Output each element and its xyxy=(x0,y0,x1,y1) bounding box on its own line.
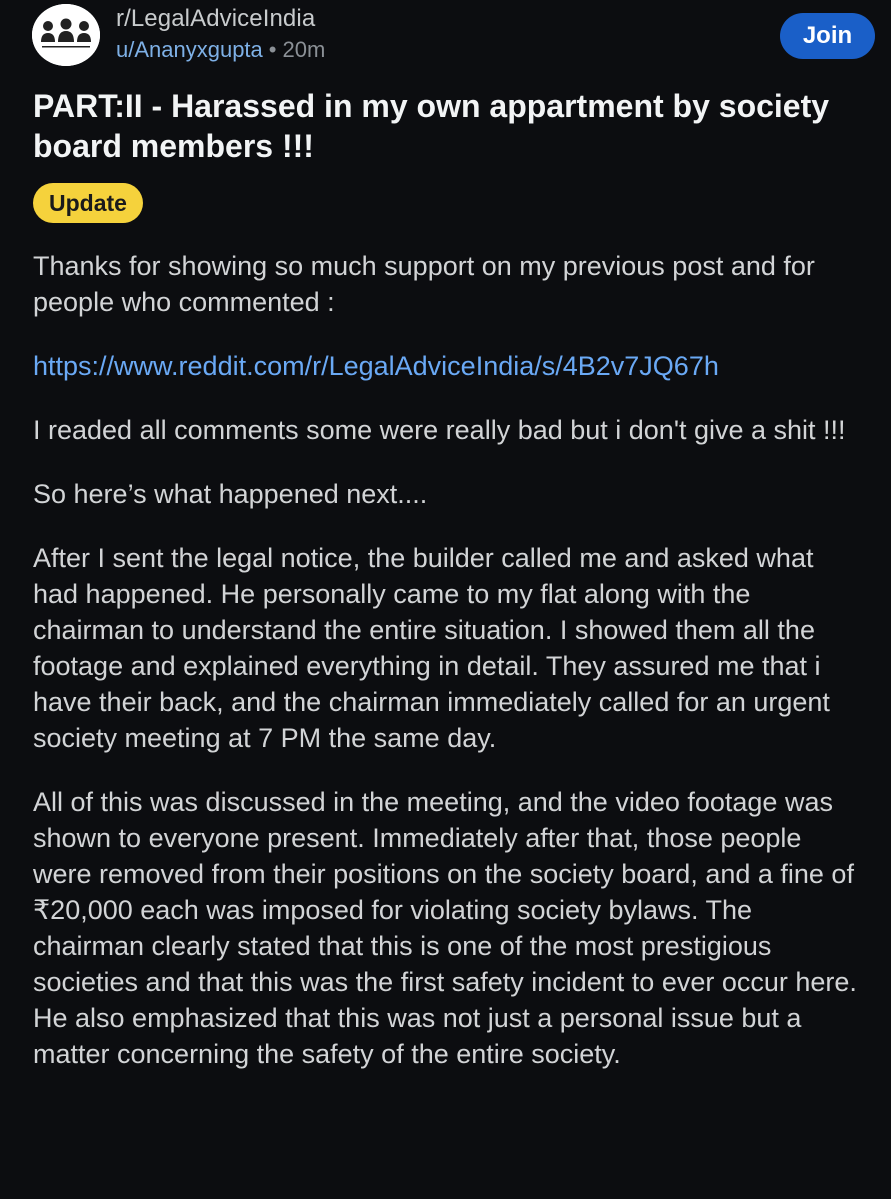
paragraph: I readed all comments some were really b… xyxy=(33,415,846,445)
paragraph-link: https://www.reddit.com/r/LegalAdviceIndi… xyxy=(33,348,865,384)
author-username[interactable]: u/Ananyxgupta xyxy=(116,37,263,62)
post-header: r/LegalAdviceIndia u/Ananyxgupta • 20m Joi… xyxy=(0,0,891,80)
post-meta: u/Ananyxgupta • 20m xyxy=(116,37,325,63)
legal-advice-logo-icon xyxy=(32,4,100,66)
paragraph: After I sent the legal notice, the build… xyxy=(33,543,830,753)
join-button[interactable]: Join xyxy=(780,13,875,59)
paragraph: So here’s what happened next.... xyxy=(33,479,428,509)
paragraph: Thanks for showing so much support on my… xyxy=(33,251,815,317)
post-time: 20m xyxy=(282,37,326,62)
meta-separator: • xyxy=(268,37,277,62)
subreddit-avatar[interactable] xyxy=(32,4,100,66)
previous-post-link[interactable]: https://www.reddit.com/r/LegalAdviceIndi… xyxy=(33,351,719,381)
subreddit-name[interactable]: r/LegalAdviceIndia xyxy=(116,5,315,33)
post-page: r/LegalAdviceIndia u/Ananyxgupta • 20m Joi… xyxy=(0,0,891,1199)
post-flair[interactable]: Update xyxy=(33,183,143,223)
post-body: Thanks for showing so much support on my… xyxy=(33,248,865,1100)
post-title: PART:II - Harassed in my own appartment … xyxy=(33,88,830,164)
paragraph: All of this was discussed in the meeting… xyxy=(33,787,857,1069)
